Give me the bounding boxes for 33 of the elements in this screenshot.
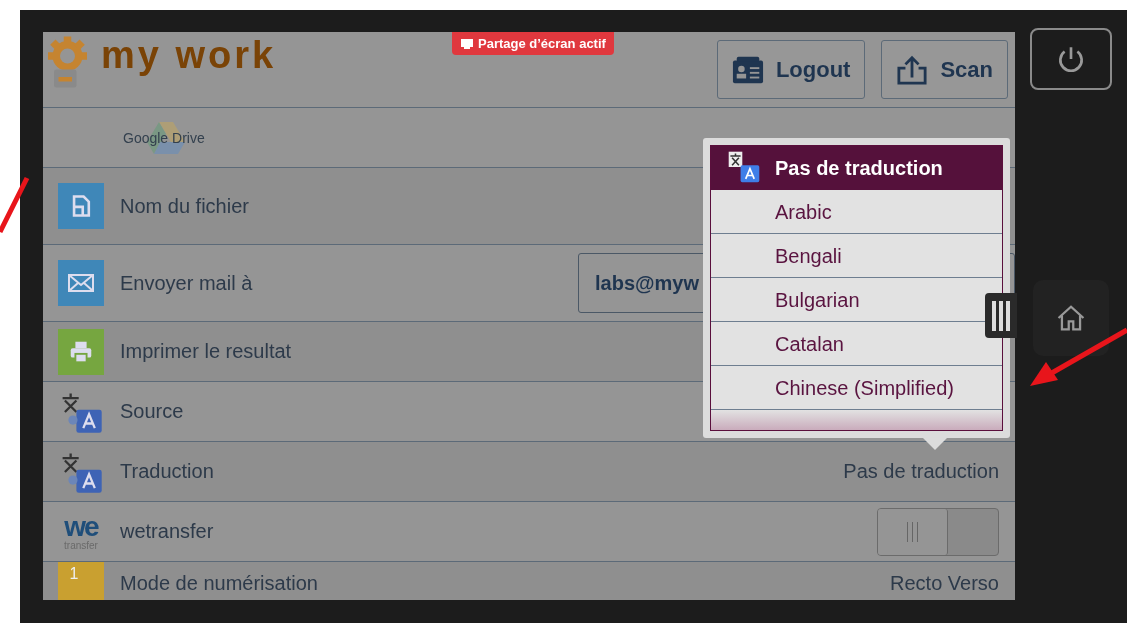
- page-number-icon: 1: [58, 562, 104, 600]
- service-label: Google Drive: [123, 129, 205, 146]
- printer-icon: [58, 328, 104, 375]
- setting-label: Source: [120, 400, 184, 423]
- toggle-switch[interactable]: [877, 507, 999, 556]
- screen-icon: [460, 37, 474, 50]
- badge-text: Partage d’écran actif: [478, 36, 606, 51]
- language-option[interactable]: Catalan: [711, 322, 982, 366]
- setting-label: Mode de numérisation: [120, 572, 318, 595]
- envelope-icon: [58, 260, 104, 306]
- header-button[interactable]: Logout: [716, 40, 866, 99]
- id-card-icon: [731, 54, 764, 85]
- translate-icon: [727, 150, 761, 184]
- setting-value: Recto Verso: [890, 572, 999, 595]
- setting-label: Envoyer mail à: [120, 271, 253, 295]
- logo-text: my work: [101, 34, 277, 77]
- document-icon: [58, 183, 104, 229]
- language-option[interactable]: Arabic: [711, 190, 982, 234]
- setting-value: Pas de traduction: [843, 460, 999, 483]
- language-option[interactable]: Pas de traduction: [711, 146, 1002, 190]
- setting-label: wetransfer: [120, 520, 214, 543]
- header-button[interactable]: Scan: [881, 40, 1008, 99]
- settings-row[interactable]: 1 Mode de numérisation Recto Verso: [43, 562, 1015, 600]
- setting-label: Nom du fichier: [120, 194, 249, 218]
- upload-icon: [896, 54, 929, 85]
- home-button[interactable]: [1033, 280, 1109, 356]
- power-button[interactable]: [1030, 28, 1112, 90]
- drag-handle[interactable]: [985, 293, 1017, 338]
- setting-label: Traduction: [120, 460, 214, 483]
- annotation-line: [0, 176, 30, 234]
- setting-label: Imprimer le resultat: [120, 340, 292, 363]
- settings-row[interactable]: Traduction Pas de traduction: [43, 442, 1015, 502]
- language-option[interactable]: Bulgarian: [711, 278, 982, 322]
